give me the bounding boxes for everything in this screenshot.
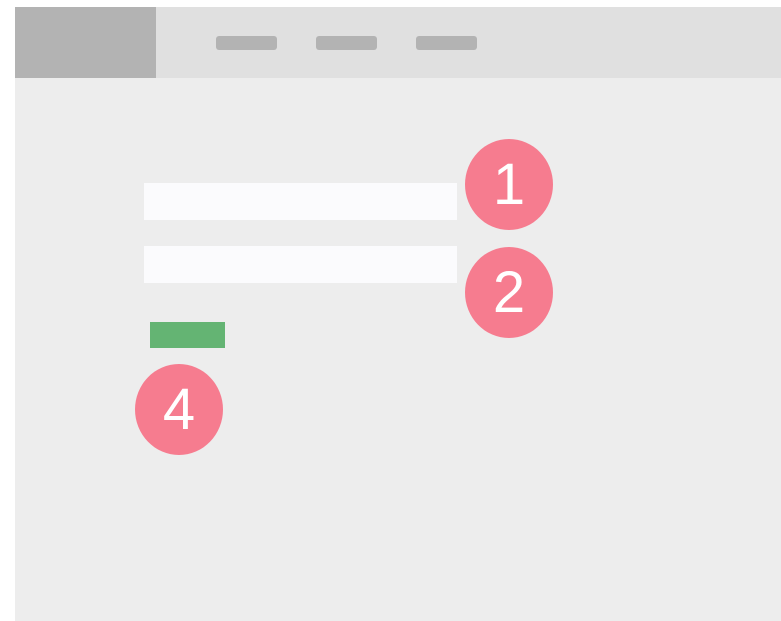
wireframe-page: 1 2 4: [15, 7, 781, 621]
first-input-field[interactable]: [144, 183, 457, 220]
step-marker-4: 4: [135, 364, 223, 455]
step-marker-2: 2: [465, 247, 553, 338]
nav-item-1[interactable]: [216, 36, 277, 50]
logo-placeholder: [15, 7, 156, 78]
nav-item-2[interactable]: [316, 36, 377, 50]
nav-item-3[interactable]: [416, 36, 477, 50]
submit-button[interactable]: [150, 322, 225, 348]
second-input-field[interactable]: [144, 246, 457, 283]
top-navigation-bar: [15, 7, 781, 78]
step-marker-1: 1: [465, 139, 553, 230]
